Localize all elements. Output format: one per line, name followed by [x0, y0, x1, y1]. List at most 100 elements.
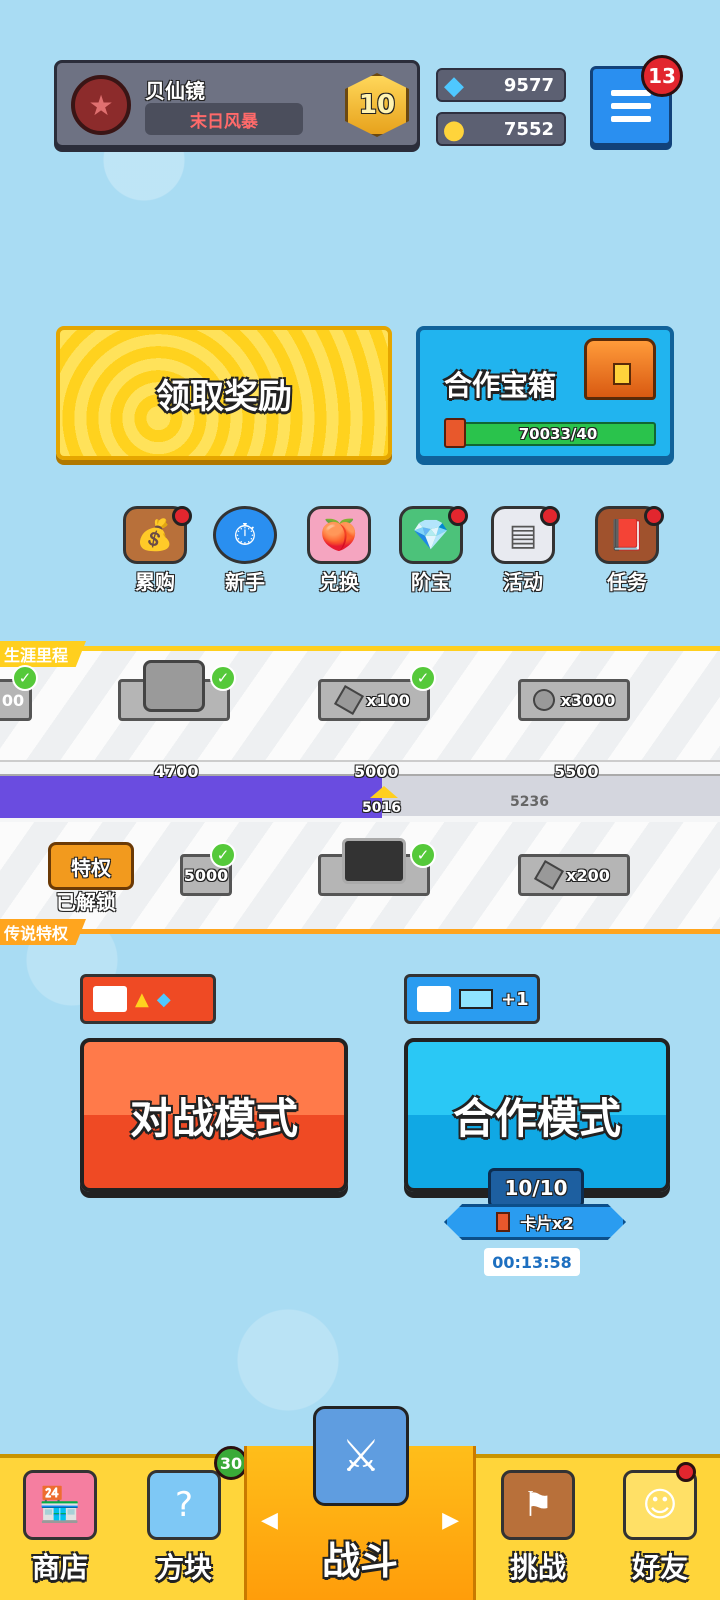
card-icon: [444, 418, 466, 448]
avatar: ★: [71, 75, 131, 135]
coop-bonus-tag: +1: [404, 974, 540, 1024]
player-name: 贝仙镜: [145, 79, 205, 103]
track-label: 5500: [554, 762, 599, 781]
battle-bonus-tag: ▲ ◆: [80, 974, 216, 1024]
chest-icon: [584, 338, 656, 400]
gem-icon: ◆: [156, 988, 171, 1010]
career-free-rewards: 生涯里程 00 ✓ ✓ x100 ✓ x3000: [0, 641, 720, 762]
coop-chest-button[interactable]: 合作宝箱 70033/40: [416, 326, 674, 460]
check-icon: ✓: [12, 665, 38, 691]
nav-challenge[interactable]: ⚑ 挑战: [478, 1458, 598, 1600]
card-bonus-banner: 卡片x2: [444, 1204, 626, 1240]
reward-amount: 00: [1, 690, 25, 710]
legend-tag: 传说特权: [0, 919, 87, 945]
video-icon: [417, 986, 451, 1012]
nav-label: 挑战: [509, 1551, 566, 1584]
shortcut-label: 新手: [225, 570, 265, 594]
shortcut-tier-treasure[interactable]: 💎 阶宝: [388, 506, 474, 596]
nav-label: 战斗: [321, 1539, 398, 1583]
ticket-icon: [459, 989, 493, 1009]
menu-button[interactable]: 13: [590, 55, 683, 146]
shortcut-label: 任务: [607, 570, 647, 594]
gem-icon: ◆: [444, 71, 464, 101]
block-icon: ?: [147, 1470, 221, 1540]
player-profile[interactable]: ★ 贝仙镜 末日风暴 10: [54, 60, 420, 148]
shortcut-accumulated-purchase[interactable]: 💰 累购: [112, 506, 198, 596]
nav-shop[interactable]: 🏪 商店: [0, 1458, 120, 1600]
shortcut-label: 活动: [503, 570, 543, 594]
silver-coin-icon: [528, 684, 559, 716]
notification-dot: [172, 506, 192, 526]
career-tag: 生涯里程: [0, 641, 87, 667]
menu-notification-badge: 13: [641, 55, 683, 97]
video-icon: [93, 986, 127, 1012]
check-icon: ✓: [210, 842, 236, 868]
nav-battle[interactable]: ⚔ ◀ ▶ 战斗: [244, 1406, 476, 1600]
notification-dot: [540, 506, 560, 526]
rank-badge: 10: [345, 73, 409, 137]
gem-counter[interactable]: ◆ 9577: [436, 68, 566, 102]
trophy-icon: ▲: [135, 988, 149, 1010]
shortcut-label: 累购: [135, 570, 175, 594]
track-label: 4700: [154, 762, 199, 781]
nav-label: 方块: [155, 1551, 212, 1584]
shortcut-newbie[interactable]: ⏱ 新手: [202, 506, 288, 596]
coop-refresh-timer: 00:13:58: [484, 1248, 580, 1276]
notification-dot: [644, 506, 664, 526]
track-label: 5000: [354, 762, 399, 781]
battle-mode-button[interactable]: 对战模式: [80, 1038, 348, 1192]
career-milestones[interactable]: 生涯里程 00 ✓ ✓ x100 ✓ x3000 4700 5000 5500 …: [0, 641, 720, 945]
coop-chest-label: 合作宝箱: [444, 369, 557, 402]
coin-counter[interactable]: ● 7552: [436, 112, 566, 146]
coop-bonus-amount: +1: [501, 988, 529, 1010]
reward-amount: 5000: [183, 865, 229, 885]
coop-attempts: 10/10: [488, 1168, 584, 1208]
progress-fill: [0, 776, 382, 818]
hamburger-icon: [611, 90, 651, 122]
notification-dot: [448, 506, 468, 526]
gem-amount: 9577: [503, 75, 554, 96]
shortcut-label: 阶宝: [411, 570, 451, 594]
shortcut-label: 兑换: [319, 570, 359, 594]
shortcut-events[interactable]: ▤ 活动: [480, 506, 566, 596]
reward-slot[interactable]: x200: [518, 854, 630, 896]
nav-label: 好友: [631, 1551, 688, 1584]
shop-icon: 🏪: [23, 1470, 97, 1540]
notification-dot: [676, 1462, 696, 1482]
shortcut-tasks[interactable]: 📕 任务: [584, 506, 670, 596]
silver-block-icon: [334, 684, 365, 716]
check-icon: ✓: [410, 665, 436, 691]
next-milestone-value: 5236: [510, 794, 549, 810]
check-icon: ✓: [410, 842, 436, 868]
check-icon: ✓: [210, 665, 236, 691]
peach-icon: 🍑: [307, 506, 371, 564]
nav-friends[interactable]: ☺ 好友: [600, 1458, 720, 1600]
coin-amount: 7552: [503, 119, 554, 140]
current-marker-icon: [370, 786, 398, 798]
nav-label: 商店: [31, 1551, 88, 1584]
coin-icon: ●: [442, 115, 466, 145]
player-title: 末日风暴: [145, 103, 303, 135]
coop-chest-progress: 70033/40: [460, 422, 656, 446]
challenge-icon: ⚑: [501, 1470, 575, 1540]
reward-amount: x100: [366, 690, 410, 710]
stopwatch-icon: ⏱: [213, 506, 277, 564]
shortcut-exchange[interactable]: 🍑 兑换: [296, 506, 382, 596]
reward-amount: x200: [566, 865, 610, 885]
nav-blocks[interactable]: ? 方块 30: [124, 1446, 248, 1600]
dark-chest-icon: [342, 838, 406, 884]
reward-slot[interactable]: x3000: [518, 679, 630, 721]
career-legend-rewards: 特权 已解锁 5000 ✓ ✓ x200 传说特权: [0, 822, 720, 945]
battle-shield-icon: ⚔: [313, 1406, 409, 1506]
privilege-status: 已解锁: [56, 890, 116, 914]
career-progress-track: 4700 5000 5500 5016 5236: [0, 762, 720, 822]
silver-block-icon: [534, 859, 565, 891]
card-icon: [496, 1212, 511, 1232]
claim-reward-button[interactable]: 领取奖励: [56, 326, 392, 460]
blocks-badge: 30: [214, 1446, 248, 1480]
reward-amount: x3000: [560, 690, 616, 710]
card-bonus-label: 卡片x2: [520, 1214, 574, 1233]
chest-silver-icon: [143, 660, 205, 712]
privilege-badge: 特权: [48, 842, 134, 890]
current-trophies: 5016: [362, 800, 401, 816]
